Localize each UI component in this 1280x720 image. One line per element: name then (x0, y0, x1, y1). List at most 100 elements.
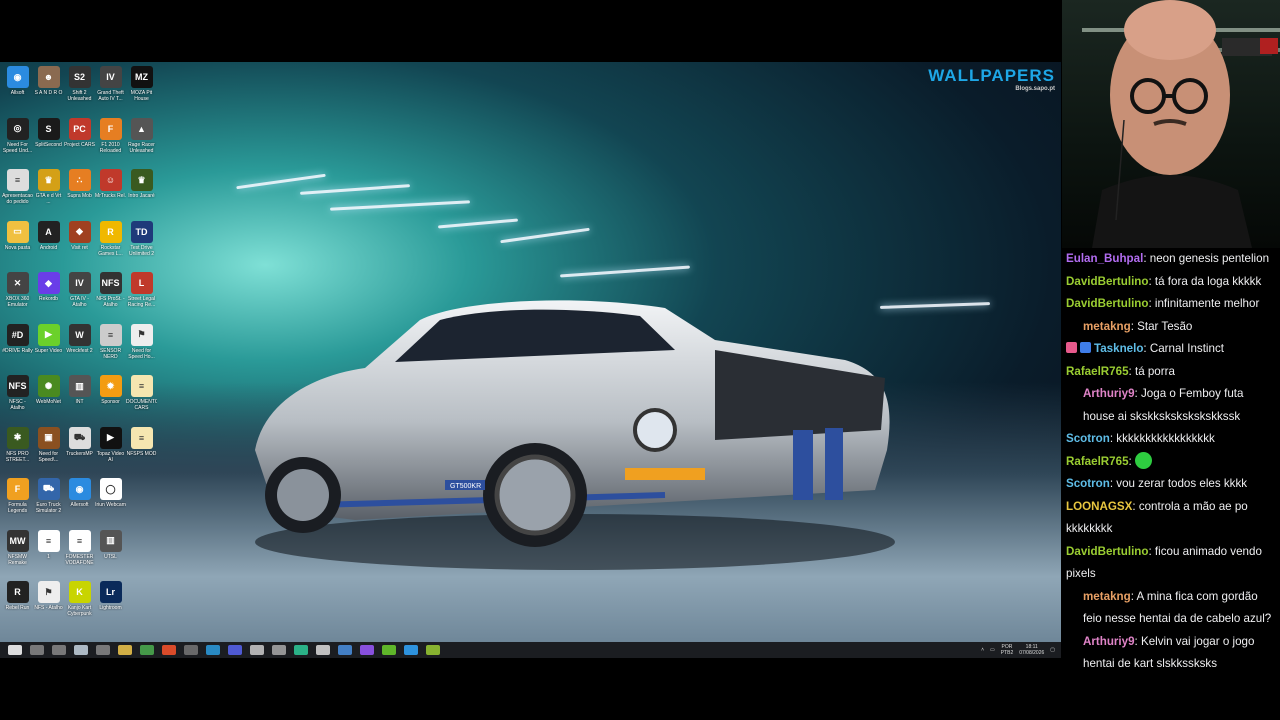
desktop-icon[interactable]: F Formula Legends (2, 478, 33, 530)
search-icon[interactable] (30, 645, 44, 655)
document-icon: ≡ (6, 169, 29, 191)
clock[interactable]: 18:11 07/08/2026 (1019, 644, 1044, 656)
vpn-icon[interactable] (338, 645, 352, 655)
chat-username[interactable]: metakng (1083, 320, 1131, 333)
desktop-icon[interactable]: S2 Shift 2 Unleashed (64, 66, 95, 118)
chat-username[interactable]: DavidBertulino (1066, 545, 1148, 558)
desktop-icon[interactable]: ▣ Need for Speed\... (33, 426, 64, 479)
desktop-icon[interactable]: IV GTA IV - Atalho (64, 272, 95, 324)
desktop-icon[interactable]: ◆ Rekordb (33, 272, 64, 324)
desktop-icon[interactable]: ≡ DOCUMENTOS CARS (126, 375, 157, 427)
desktop-icon[interactable]: R Rockstar Games L... (95, 220, 126, 273)
chat-username[interactable]: LOONAGSX (1066, 500, 1132, 513)
desktop-icon[interactable]: ⛟ Euro Truck Simulator 2 (33, 478, 64, 530)
green-arrow-icon[interactable] (382, 645, 396, 655)
desktop-icon[interactable]: ▶ Topaz Video AI (95, 426, 126, 479)
network-icon[interactable]: ▭ (990, 647, 995, 653)
desktop-icon[interactable]: ✹ Sponsor (95, 375, 126, 427)
desktop-icon[interactable]: #D #DRIVE Rally (2, 323, 33, 376)
desktop-icon[interactable]: PC Project CARS (64, 117, 95, 170)
premiere-icon[interactable] (360, 645, 374, 655)
chat-username[interactable]: RafaelR765 (1066, 455, 1129, 468)
desktop-icon[interactable]: ∴ Supra Mob (64, 169, 95, 221)
desktop-icon[interactable]: ⚑ NFS - Atalho (33, 581, 64, 633)
chat-username[interactable]: Arthuriy9 (1083, 635, 1135, 648)
desktop-icon[interactable]: Lr Lightroom (95, 581, 126, 633)
file-explorer-icon[interactable] (118, 645, 132, 655)
desktop-icon[interactable]: ▥ INT (64, 375, 95, 427)
desktop-icon[interactable]: ♛ GTA e d Vrt ... (33, 169, 64, 221)
desktop-icon[interactable]: ▲ Rage Racer Unleashed (126, 117, 157, 170)
desktop-icon[interactable]: ⚑ Need for Speed Ho... (126, 323, 157, 376)
edge-icon[interactable] (206, 645, 220, 655)
settings-icon[interactable] (96, 645, 110, 655)
game-icon[interactable] (316, 645, 330, 655)
game-icon: ◆ (68, 220, 91, 243)
chat-username[interactable]: metakng (1083, 590, 1131, 603)
desktop-icon[interactable]: NFS NFSC - Atalho (2, 375, 33, 427)
desktop-icon[interactable]: S SplitSecond (33, 117, 64, 170)
desktop-icon-label: S A N D R O (34, 90, 63, 96)
desktop-icon[interactable]: ◉ Allersoft (64, 478, 95, 530)
desktop-icon[interactable]: ▥ UTSL (95, 529, 126, 582)
chat-username[interactable]: RafaelR765 (1066, 365, 1129, 378)
task-view-icon[interactable] (52, 645, 66, 655)
desktop-icon[interactable]: ✕ XBOX 360 Emulator (2, 272, 33, 324)
photoshop-icon[interactable] (404, 645, 418, 655)
gift-badge-icon[interactable] (1066, 342, 1077, 353)
discord-icon[interactable] (228, 645, 242, 655)
topaz-icon: ▶ (99, 426, 122, 449)
language-indicator[interactable]: POR PTB2 (1001, 644, 1014, 656)
calculator-icon[interactable] (184, 645, 198, 655)
notes-icon[interactable] (272, 645, 286, 655)
desktop-icon[interactable]: MZ MOZA Pit House (126, 66, 157, 118)
desktop-icon[interactable]: ◯ Iriun Webcam (95, 478, 126, 530)
desktop-icon-label: Sponsor (101, 399, 120, 405)
desktop-icon[interactable]: IV Grand Theft Auto IV T... (95, 66, 126, 118)
desktop-icon[interactable]: MW NFSMW Remake (2, 529, 33, 582)
desktop-icon[interactable]: ◎ Need For Speed Und... (2, 117, 33, 170)
green-blob-emote-icon[interactable] (1134, 451, 1152, 469)
chat-username[interactable]: Scotron (1066, 432, 1110, 445)
desktop-icon[interactable]: ≡ 1 (33, 529, 64, 582)
desktop-icon[interactable]: ⛟ TruckersMP (64, 426, 95, 479)
desktop-icon[interactable]: ≡ FOMESTER VODAFONE (64, 529, 95, 582)
chrome-icon[interactable] (140, 645, 154, 655)
desktop-icon[interactable]: A Android (33, 220, 64, 273)
desktop-icon[interactable]: ☻ S A N D R O (33, 66, 64, 118)
chat-username[interactable]: Tasknelo (1094, 342, 1143, 355)
chat-username[interactable]: Arthuriy9 (1083, 387, 1135, 400)
chat-username[interactable]: DavidBertulino (1066, 275, 1148, 288)
desktop-icon[interactable]: ☺ MrTrucks Rel. (95, 169, 126, 221)
brave-icon[interactable] (162, 645, 176, 655)
desktop-icon[interactable]: K Kanjo Kart Cyberpunk (64, 581, 95, 633)
desktop-icon[interactable]: ✱ NFS PRO STREET... (2, 426, 33, 479)
crown-icon[interactable] (426, 645, 440, 655)
obs-icon[interactable] (250, 645, 264, 655)
chat-username[interactable]: Eulan_Buhpal (1066, 252, 1143, 265)
hammer-badge-icon[interactable] (1080, 342, 1091, 353)
desktop-icon[interactable]: ◆ Visit ret (64, 220, 95, 273)
audition-icon[interactable] (294, 645, 308, 655)
desktop-icon[interactable]: R Rebel Run (2, 581, 33, 633)
desktop-icon[interactable]: ◉ Allsoft (2, 66, 33, 118)
desktop-icon[interactable]: F F1 2010 Reloaded (95, 117, 126, 170)
chat-username[interactable]: Scotron (1066, 477, 1110, 490)
desktop-icon-label: Iriun Webcam (95, 502, 126, 508)
desktop-icon[interactable]: ▭ Nova pasta (2, 220, 33, 273)
desktop-icon[interactable]: ▶ Super Video (33, 323, 64, 376)
desktop-icon[interactable]: W Wreckfest 2 (64, 323, 95, 376)
desktop-icon[interactable]: ♛ Intro Jacaré (126, 169, 157, 221)
windows-start-icon[interactable] (8, 645, 22, 655)
steam-icon[interactable] (74, 645, 88, 655)
desktop-icon[interactable]: TD Test Drive Unlimited 2 (126, 220, 157, 273)
tray-chevron-icon[interactable]: ˄ (981, 647, 984, 653)
desktop-icon[interactable]: ≡ Apresentacao do pedido (2, 169, 33, 221)
desktop-icon[interactable]: NFS NFS ProSt. - Atalho (95, 272, 126, 324)
desktop-icon[interactable]: ✺ WebMoNet (33, 375, 64, 427)
desktop-icon[interactable]: ≡ SENSOR NERD (95, 323, 126, 376)
notification-icon[interactable]: ▢ (1050, 647, 1055, 653)
desktop-icon[interactable]: L Street Legal Racing Re... (126, 272, 157, 324)
chat-username[interactable]: DavidBertulino (1066, 297, 1148, 310)
desktop-icon[interactable]: ≡ NFSPS MOD (126, 426, 157, 479)
